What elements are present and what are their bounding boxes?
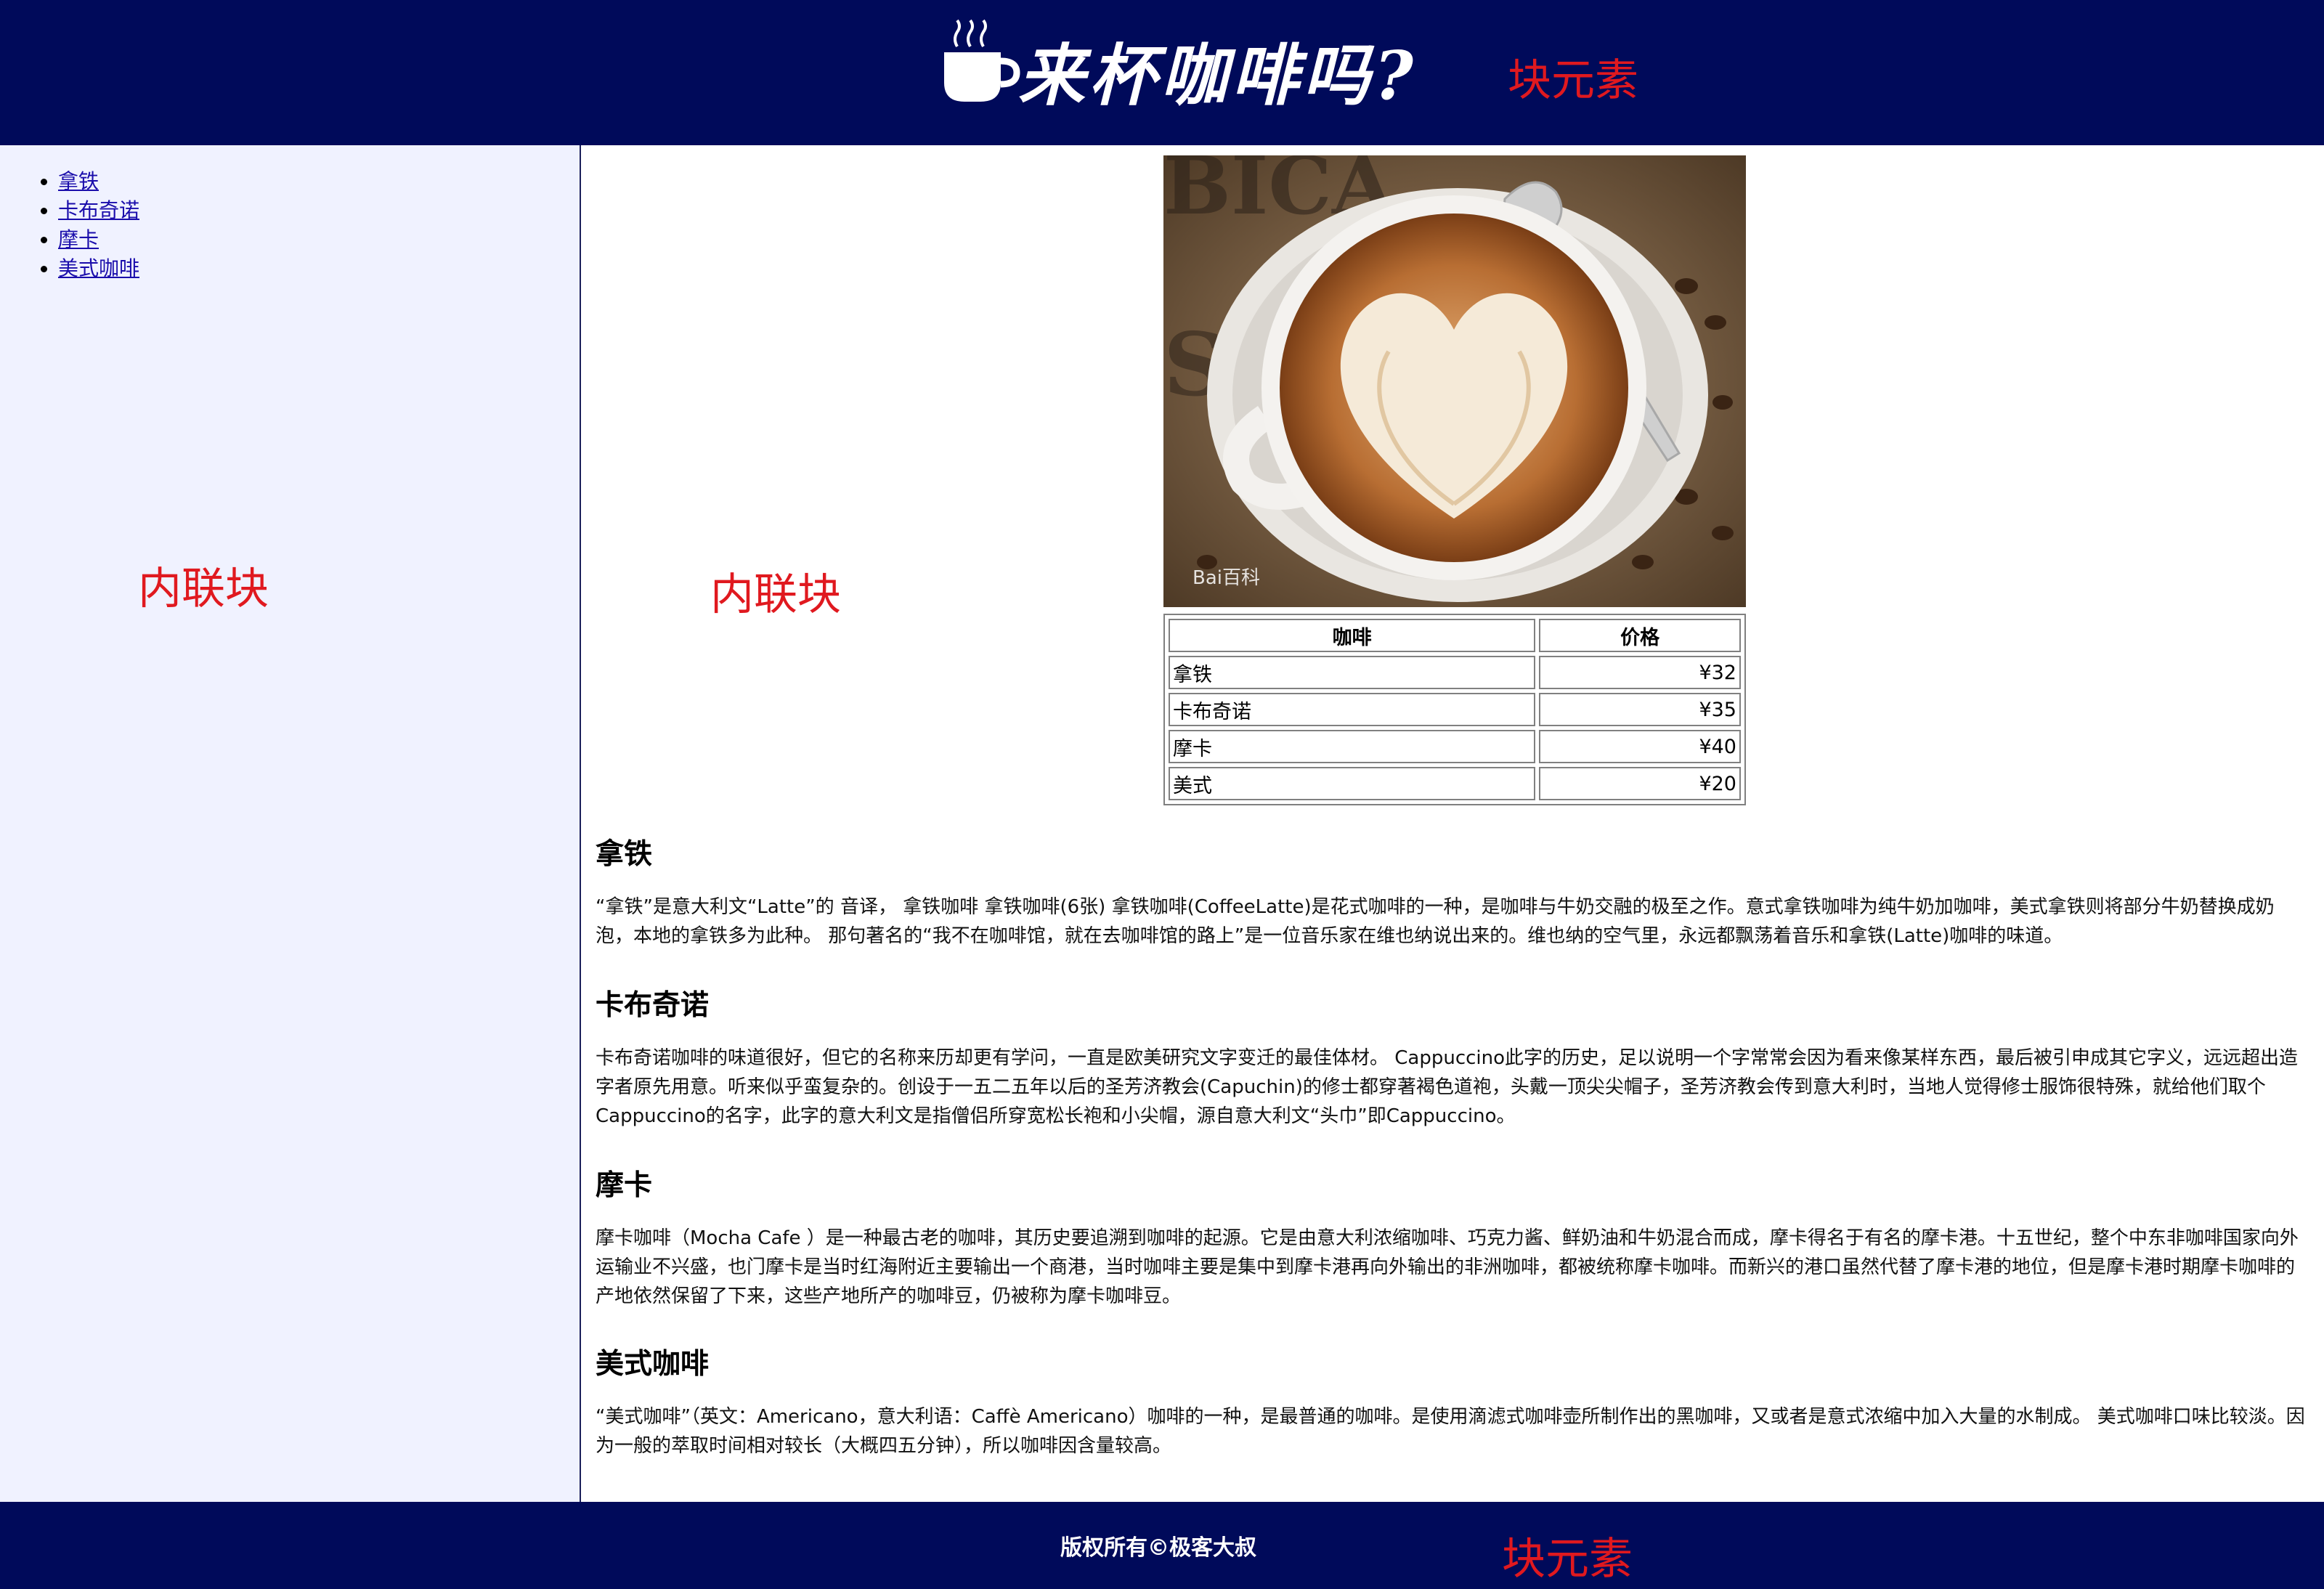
coffee-name-cell: 美式 bbox=[1169, 767, 1536, 800]
section-heading: 摩卡 bbox=[596, 1169, 653, 1202]
table-row: 摩卡 ¥40 bbox=[1169, 730, 1741, 763]
copyright-text: 版权所有©极客大叔 bbox=[1060, 1535, 1256, 1561]
table-row: 拿铁 ¥32 bbox=[1169, 656, 1741, 689]
nav-link-mocha[interactable]: 摩卡 bbox=[58, 227, 99, 251]
price-cell: ¥40 bbox=[1539, 730, 1741, 763]
section-text: 摩卡咖啡（Mocha Cafe ）是一种最古老的咖啡，其历史要追溯到咖啡的起源。… bbox=[596, 1227, 2299, 1307]
site-header: 来杯咖啡吗? 块元素 bbox=[0, 0, 2324, 145]
sidebar-item-americano: 美式咖啡 bbox=[58, 254, 139, 283]
column-header-coffee: 咖啡 bbox=[1169, 619, 1536, 652]
column-header-price: 价格 bbox=[1539, 619, 1741, 652]
nav-link-cappuccino[interactable]: 卡布奇诺 bbox=[58, 198, 139, 222]
header-annotation: 块元素 bbox=[1508, 55, 1638, 106]
coffee-name-cell: 摩卡 bbox=[1169, 730, 1536, 763]
nav-link-latte[interactable]: 拿铁 bbox=[58, 169, 99, 193]
price-cell: ¥32 bbox=[1539, 656, 1741, 689]
main-annotation: 内联块 bbox=[710, 569, 841, 620]
main-content: 内联块 BICA S Bai百科 咖啡 价格 拿铁 ¥32 卡布奇诺 ¥35 摩… bbox=[582, 145, 2324, 1502]
section-cappuccino: 卡布奇诺 卡布奇诺咖啡的味道很好，但它的名称来历却更有学问，一直是欧美研究文字变… bbox=[596, 983, 2309, 1131]
price-cell: ¥35 bbox=[1539, 693, 1741, 726]
section-mocha: 摩卡 摩卡咖啡（Mocha Cafe ）是一种最古老的咖啡，其历史要追溯到咖啡的… bbox=[596, 1163, 2309, 1311]
image-watermark: Bai百科 bbox=[1193, 567, 1260, 589]
sidebar: 拿铁 卡布奇诺 摩卡 美式咖啡 内联块 bbox=[0, 145, 581, 1502]
footer-annotation: 块元素 bbox=[1502, 1534, 1633, 1585]
section-heading: 卡布奇诺 bbox=[596, 989, 710, 1022]
price-table: 咖啡 价格 拿铁 ¥32 卡布奇诺 ¥35 摩卡 ¥40 美式 ¥20 bbox=[1163, 614, 1746, 805]
section-latte: 拿铁 “拿铁”是意大利文“Latte”的 音译， 拿铁咖啡 拿铁咖啡(6张) 拿… bbox=[596, 832, 2309, 951]
coffee-name-cell: 卡布奇诺 bbox=[1169, 693, 1536, 726]
site-title: 来杯咖啡吗? bbox=[1018, 36, 1418, 115]
section-text: 卡布奇诺咖啡的味道很好，但它的名称来历却更有学问，一直是欧美研究文字变迁的最佳体… bbox=[596, 1047, 2299, 1127]
table-header-row: 咖啡 价格 bbox=[1169, 619, 1741, 652]
coffee-name-cell: 拿铁 bbox=[1169, 656, 1536, 689]
table-row: 卡布奇诺 ¥35 bbox=[1169, 693, 1741, 726]
section-americano: 美式咖啡 “美式咖啡”（英文：Americano，意大利语：Caffè Amer… bbox=[596, 1341, 2309, 1460]
latte-art-image: BICA S Bai百科 bbox=[1163, 155, 1746, 607]
section-heading: 拿铁 bbox=[596, 838, 653, 871]
sidebar-item-mocha: 摩卡 bbox=[58, 225, 139, 254]
table-row: 美式 ¥20 bbox=[1169, 767, 1741, 800]
section-heading: 美式咖啡 bbox=[596, 1348, 710, 1381]
sidebar-annotation: 内联块 bbox=[138, 564, 269, 614]
price-cell: ¥20 bbox=[1539, 767, 1741, 800]
nav-link-americano[interactable]: 美式咖啡 bbox=[58, 256, 139, 280]
sidebar-item-cappuccino: 卡布奇诺 bbox=[58, 196, 139, 225]
sidebar-item-latte: 拿铁 bbox=[58, 167, 139, 196]
site-footer: 版权所有©极客大叔 块元素 bbox=[0, 1502, 2324, 1589]
section-text: “拿铁”是意大利文“Latte”的 音译， 拿铁咖啡 拿铁咖啡(6张) 拿铁咖啡… bbox=[596, 896, 2275, 947]
section-text: “美式咖啡”（英文：Americano，意大利语：Caffè Americano… bbox=[596, 1406, 2305, 1457]
sidebar-nav: 拿铁 卡布奇诺 摩卡 美式咖啡 bbox=[29, 167, 139, 283]
